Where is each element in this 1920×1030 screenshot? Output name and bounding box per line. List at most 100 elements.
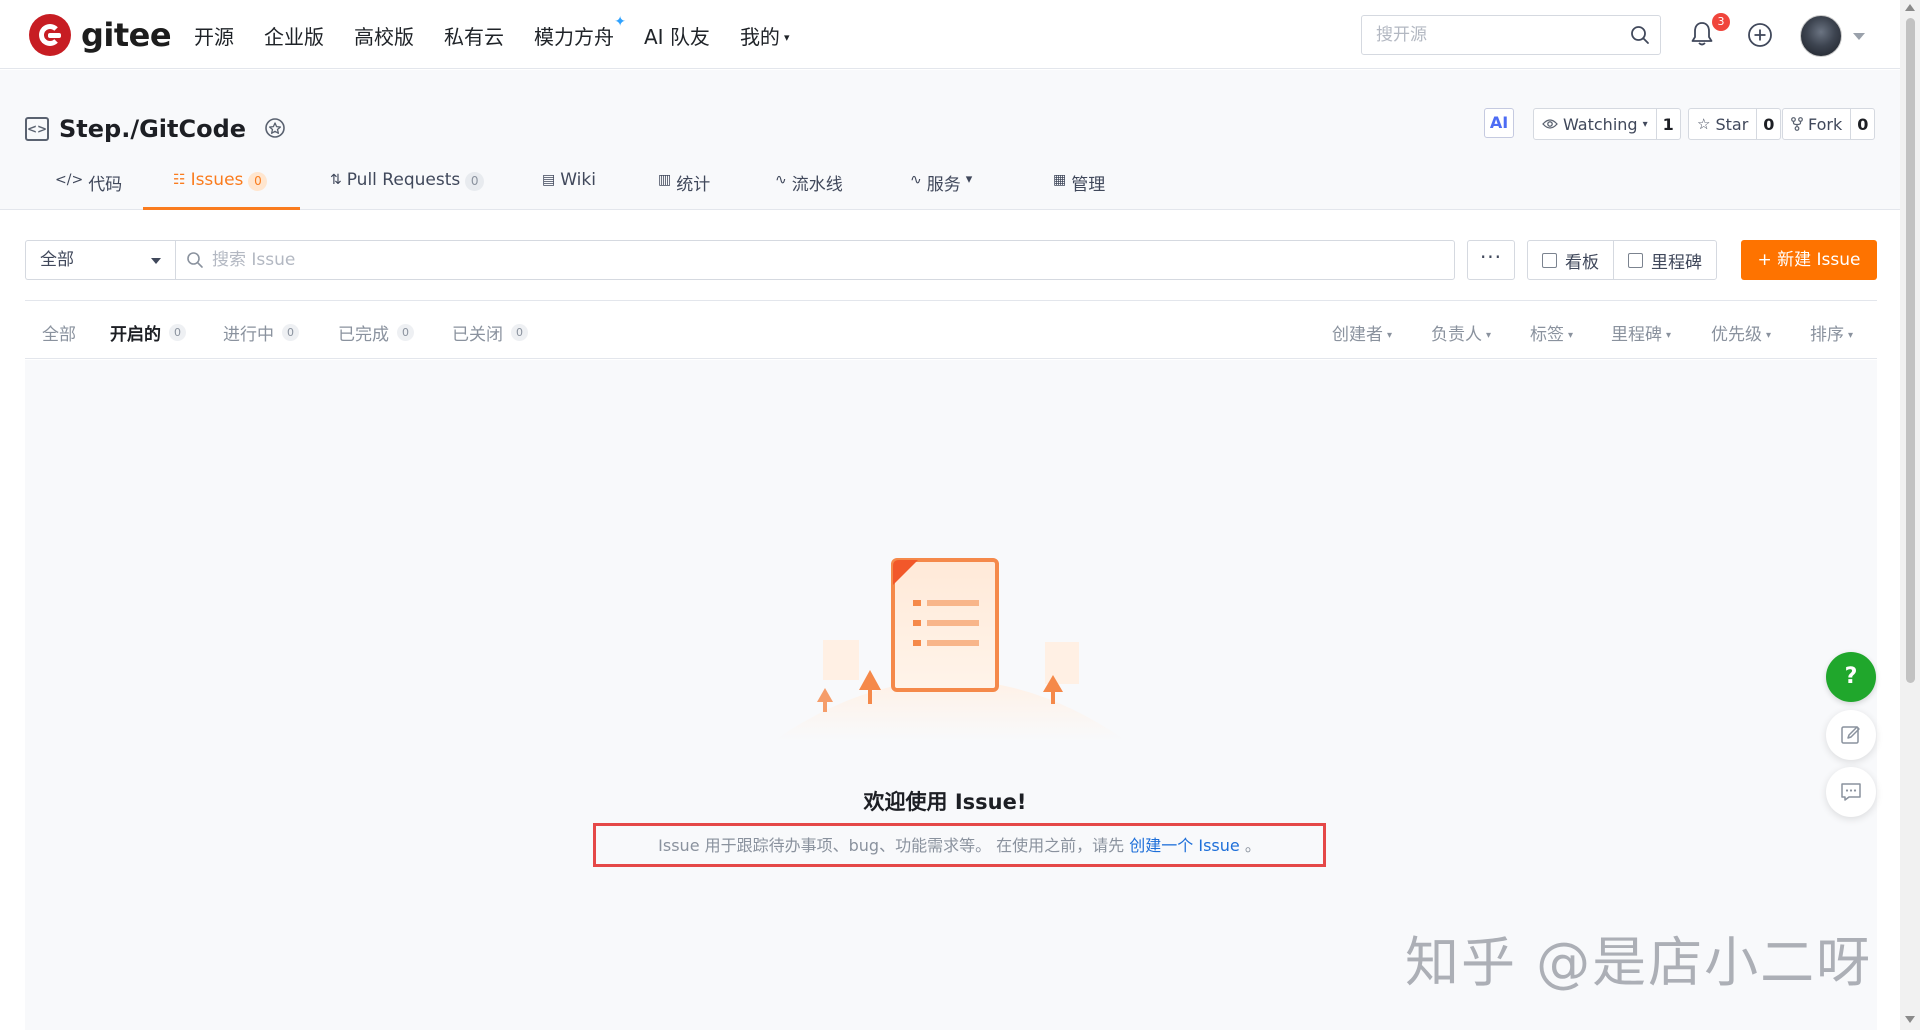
more-options-button[interactable]: ···: [1467, 240, 1515, 280]
scroll-down-arrow-icon[interactable]: [1905, 1016, 1915, 1023]
fork-button[interactable]: Fork 0: [1782, 108, 1876, 140]
star-count[interactable]: 0: [1756, 109, 1780, 139]
nav-private-cloud[interactable]: 私有云: [444, 21, 504, 50]
chevron-down-icon[interactable]: [1853, 33, 1865, 40]
watching-button[interactable]: Watching ▾ 1: [1533, 108, 1681, 140]
help-button[interactable]: ?: [1826, 652, 1876, 702]
tab-pipeline[interactable]: ∿ 流水线: [775, 170, 843, 210]
status-open[interactable]: 开启的 0: [110, 320, 186, 345]
issue-scope-select[interactable]: 全部: [25, 240, 175, 280]
pipeline-icon: ∿: [775, 172, 787, 188]
star-button[interactable]: ☆ Star 0: [1688, 108, 1782, 140]
status-closed-label: 已关闭: [452, 325, 503, 345]
create-issue-link[interactable]: 创建一个 Issue: [1129, 836, 1239, 855]
filter-labels[interactable]: 标签 ▾: [1530, 320, 1573, 345]
tab-manage[interactable]: ▦ 管理: [1053, 170, 1105, 210]
tab-issues-label: Issues: [190, 170, 244, 190]
status-in-progress-label: 进行中: [223, 325, 274, 345]
tab-wiki-label: Wiki: [560, 170, 596, 190]
tab-pull-requests-label: Pull Requests: [346, 170, 461, 190]
tab-stats[interactable]: ▥ 统计: [658, 170, 710, 210]
filter-assignee[interactable]: 负责人 ▾: [1431, 320, 1491, 345]
filter-creator[interactable]: 创建者 ▾: [1332, 320, 1392, 345]
nav-mine[interactable]: 我的 ▾: [740, 21, 790, 50]
board-icon: [1542, 252, 1557, 268]
repo-title: <> Step./GitCode: [25, 115, 288, 143]
status-in-progress-count: 0: [282, 324, 299, 341]
manage-icon: ▦: [1053, 172, 1067, 188]
watching-text: Watching: [1563, 114, 1638, 134]
filter-labels-label: 标签: [1530, 325, 1564, 345]
nav-open-source[interactable]: 开源: [194, 21, 234, 50]
tab-pull-requests[interactable]: ⇅ Pull Requests 0: [330, 170, 485, 210]
status-open-count: 0: [169, 324, 186, 341]
nav-moli[interactable]: 模力方舟 ✦: [534, 14, 626, 50]
tab-code[interactable]: </> 代码: [55, 170, 122, 210]
avatar[interactable]: [1800, 15, 1842, 57]
tab-services[interactable]: ∿ 服务 ▾: [910, 170, 972, 210]
tab-services-label: 服务: [926, 175, 961, 195]
watermark: 知乎 @是店小二呀: [1405, 931, 1873, 994]
filter-sort[interactable]: 排序 ▾: [1810, 320, 1853, 345]
chevron-down-icon: ▾: [1568, 330, 1574, 341]
star-icon: ☆: [1697, 115, 1711, 133]
global-search: [1361, 15, 1661, 55]
nav-enterprise[interactable]: 企业版: [264, 21, 324, 50]
search-icon[interactable]: [1630, 25, 1650, 45]
repo-header: <> Step./GitCode AI Watching ▾ 1 ☆ Star …: [0, 70, 1900, 210]
eye-icon: [1542, 119, 1558, 129]
empty-desc-suffix: 。: [1244, 836, 1261, 855]
filter-milestone[interactable]: 里程碑 ▾: [1611, 320, 1671, 345]
global-search-input[interactable]: [1362, 16, 1602, 54]
watching-count[interactable]: 1: [1655, 109, 1680, 139]
status-done[interactable]: 已完成 0: [338, 320, 414, 345]
star-text: Star: [1715, 114, 1749, 134]
new-issue-button[interactable]: + 新建 Issue: [1741, 240, 1877, 280]
chat-button[interactable]: [1826, 767, 1876, 817]
status-all-label: 全部: [42, 325, 76, 345]
board-label: 看板: [1565, 252, 1599, 273]
tab-pipeline-label: 流水线: [791, 175, 843, 195]
scroll-thumb[interactable]: [1906, 18, 1915, 683]
gitee-logo[interactable]: gitee: [29, 14, 172, 56]
code-repo-icon: <>: [25, 117, 49, 141]
issue-search-input[interactable]: [176, 241, 1376, 279]
tab-pull-requests-count: 0: [465, 172, 485, 191]
award-badge-icon[interactable]: [262, 116, 288, 142]
tab-manage-label: 管理: [1071, 175, 1106, 195]
nav-mine-label: 我的: [739, 25, 780, 49]
filter-milestone-label: 里程碑: [1611, 325, 1662, 345]
bell-icon[interactable]: [1690, 21, 1714, 47]
feedback-button[interactable]: [1826, 710, 1876, 760]
tab-wiki[interactable]: ▤ Wiki: [542, 170, 596, 210]
status-in-progress[interactable]: 进行中 0: [223, 320, 299, 345]
chat-icon: [1841, 783, 1861, 801]
filter-priority[interactable]: 优先级 ▾: [1711, 320, 1771, 345]
plus-circle-icon[interactable]: [1747, 22, 1773, 48]
fork-label: Fork: [1783, 109, 1850, 139]
empty-state-title: 欢迎使用 Issue!: [863, 790, 1027, 814]
milestone-button[interactable]: 里程碑: [1613, 241, 1716, 279]
edit-note-icon: [1841, 726, 1860, 744]
scroll-up-arrow-icon[interactable]: [1905, 4, 1915, 11]
active-tab-indicator: [143, 207, 300, 210]
tab-code-label: 代码: [88, 175, 123, 195]
tab-stats-label: 统计: [676, 175, 711, 195]
board-button[interactable]: 看板: [1528, 241, 1613, 279]
empty-document-illustration: [775, 558, 1125, 740]
status-closed[interactable]: 已关闭 0: [452, 320, 528, 345]
tab-issues[interactable]: ☷ Issues 0: [173, 170, 268, 210]
main-nav: 开源 企业版 高校版 私有云 模力方舟 ✦ AI 队友 我的 ▾: [194, 14, 790, 50]
nav-education[interactable]: 高校版: [354, 21, 414, 50]
fork-count[interactable]: 0: [1850, 109, 1874, 139]
chevron-down-icon: ▾: [1666, 330, 1672, 341]
status-all[interactable]: 全部: [42, 320, 76, 345]
nav-ai-teammate[interactable]: AI 队友: [644, 21, 710, 50]
logo-text: gitee: [81, 16, 172, 54]
empty-desc-prefix: Issue 用于跟踪待办事项、bug、功能需求等。 在使用之前，请先: [658, 836, 1125, 855]
repo-name[interactable]: Step./GitCode: [59, 115, 246, 143]
page-scrollbar[interactable]: [1900, 0, 1920, 1030]
issue-search: [175, 240, 1455, 280]
ai-assistant-button[interactable]: AI: [1484, 108, 1514, 138]
chevron-down-icon: ▾: [1766, 330, 1772, 341]
